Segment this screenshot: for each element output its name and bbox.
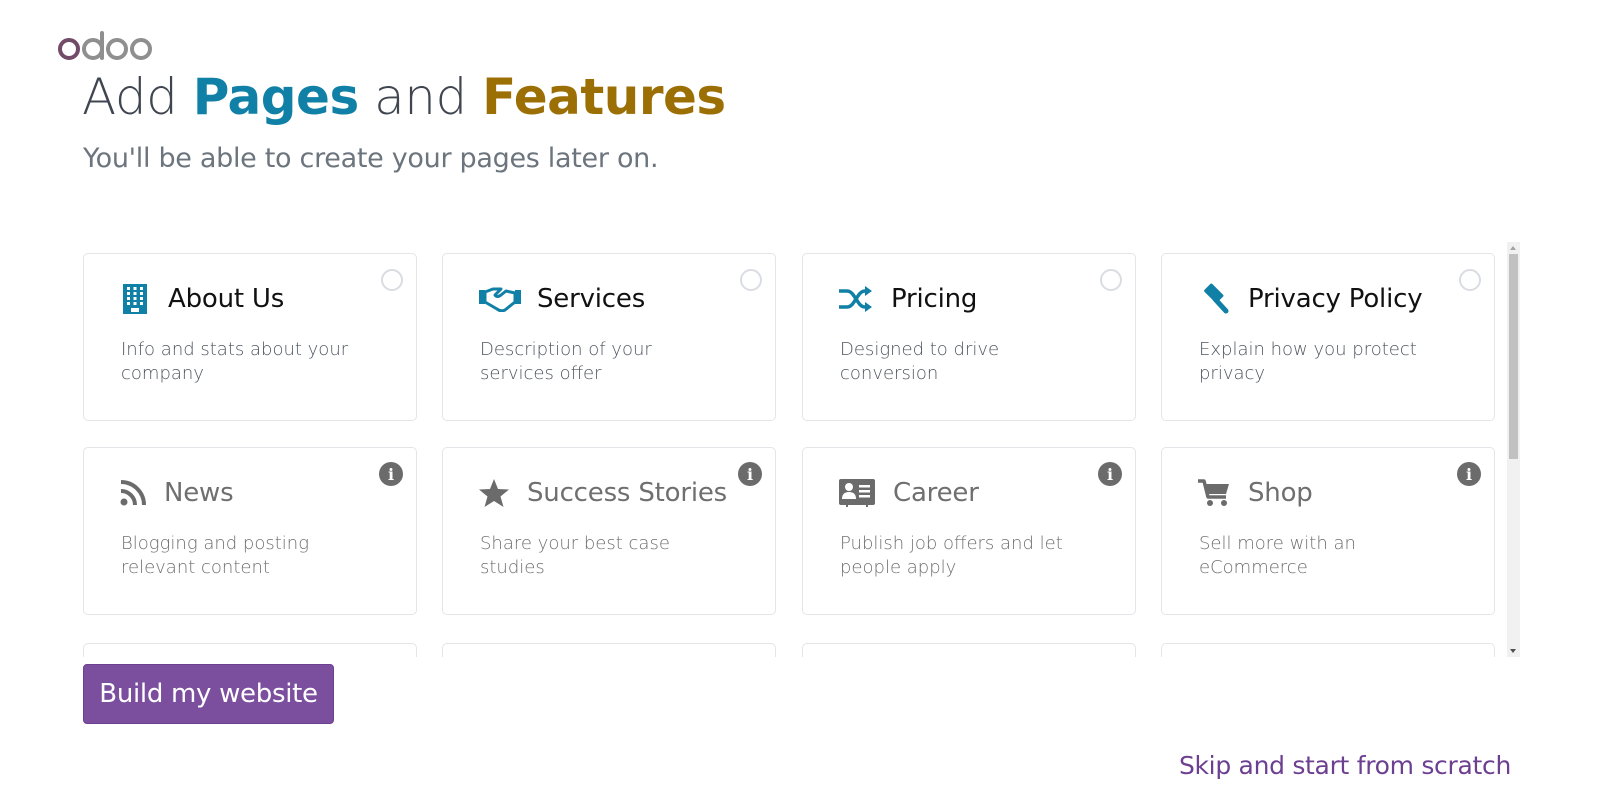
feature-card-pricing[interactable]: Pricing Designed to drive conversion xyxy=(802,253,1136,421)
feature-card-partial[interactable] xyxy=(442,643,776,657)
select-radio[interactable] xyxy=(381,269,403,291)
feature-card-services[interactable]: Services Description of your services of… xyxy=(442,253,776,421)
page-subtitle: You'll be able to create your pages late… xyxy=(83,143,658,174)
card-description: Designed to drive conversion xyxy=(840,338,1090,386)
build-website-button[interactable]: Build my website xyxy=(83,664,334,724)
features-scrollbar[interactable] xyxy=(1507,242,1520,657)
info-icon[interactable]: i xyxy=(1098,462,1122,486)
card-description: Share your best case studies xyxy=(480,532,730,580)
select-radio[interactable] xyxy=(1459,269,1481,291)
handshake-icon xyxy=(479,284,521,314)
info-icon[interactable]: i xyxy=(379,462,403,486)
card-description: Blogging and posting relevant content xyxy=(121,532,371,580)
card-title: Success Stories xyxy=(527,478,727,508)
card-title: Career xyxy=(893,478,979,508)
scroll-down-arrow-icon[interactable] xyxy=(1510,649,1516,653)
select-radio[interactable] xyxy=(1100,269,1122,291)
scrollbar-thumb[interactable] xyxy=(1509,254,1518,459)
feature-card-partial[interactable] xyxy=(83,643,417,657)
features-list: About Us Info and stats about your compa… xyxy=(70,242,1520,657)
building-icon xyxy=(120,284,150,314)
odoo-logo xyxy=(58,27,154,61)
gavel-icon xyxy=(1198,284,1230,314)
shopping-cart-icon xyxy=(1198,478,1230,508)
card-title: Shop xyxy=(1248,478,1313,508)
card-description: Description of your services offer xyxy=(480,338,730,386)
card-title: Privacy Policy xyxy=(1248,284,1422,314)
card-title: About Us xyxy=(168,284,284,314)
skip-link[interactable]: Skip and start from scratch xyxy=(1179,751,1511,780)
card-description: Sell more with an eCommerce xyxy=(1199,532,1449,580)
title-features: Features xyxy=(482,68,726,126)
card-title: Pricing xyxy=(891,284,977,314)
id-card-icon xyxy=(839,478,875,508)
select-radio[interactable] xyxy=(740,269,762,291)
star-icon xyxy=(479,478,509,508)
card-title: Services xyxy=(537,284,645,314)
page-title: Add Pages and Features xyxy=(82,68,726,126)
feature-card-success-stories[interactable]: Success Stories Share your best case stu… xyxy=(442,447,776,615)
feature-card-news[interactable]: News Blogging and posting relevant conte… xyxy=(83,447,417,615)
info-icon[interactable]: i xyxy=(1457,462,1481,486)
title-pages: Pages xyxy=(193,68,359,126)
card-description: Publish job offers and let people apply xyxy=(840,532,1090,580)
feature-card-shop[interactable]: Shop Sell more with an eCommerce i xyxy=(1161,447,1495,615)
feature-card-partial[interactable] xyxy=(802,643,1136,657)
rss-icon xyxy=(120,478,146,508)
title-prefix: Add xyxy=(82,68,193,126)
feature-card-partial[interactable] xyxy=(1161,643,1495,657)
info-icon[interactable]: i xyxy=(738,462,762,486)
card-title: News xyxy=(164,478,233,508)
feature-card-career[interactable]: Career Publish job offers and let people… xyxy=(802,447,1136,615)
scroll-up-arrow-icon[interactable] xyxy=(1510,246,1516,250)
card-description: Explain how you protect privacy xyxy=(1199,338,1449,386)
feature-card-about-us[interactable]: About Us Info and stats about your compa… xyxy=(83,253,417,421)
feature-card-privacy-policy[interactable]: Privacy Policy Explain how you protect p… xyxy=(1161,253,1495,421)
random-icon xyxy=(839,284,873,314)
card-description: Info and stats about your company xyxy=(121,338,371,386)
title-middle: and xyxy=(359,68,482,126)
